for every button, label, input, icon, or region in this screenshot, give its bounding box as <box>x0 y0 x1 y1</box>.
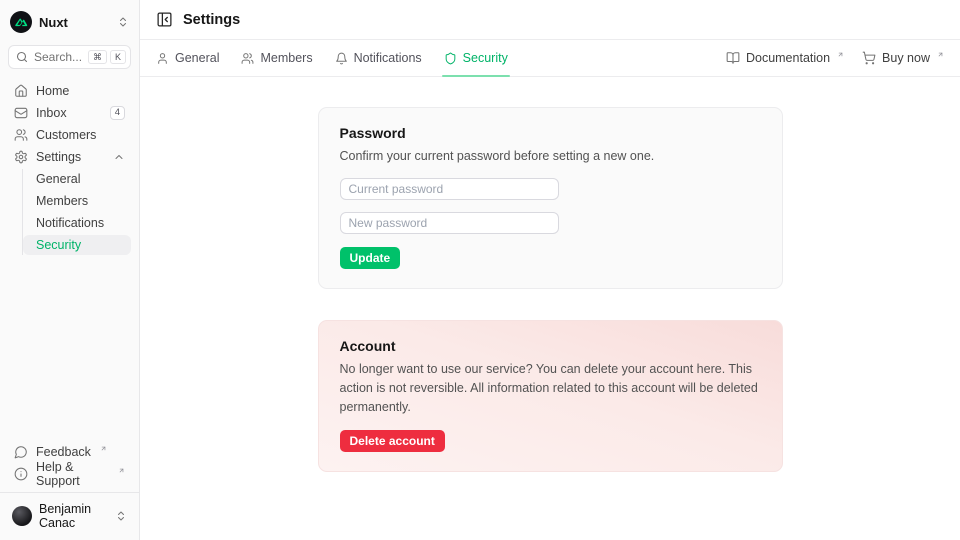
sidebar-item-customers[interactable]: Customers <box>8 125 131 145</box>
gear-icon <box>14 150 28 164</box>
sidebar-spacer <box>8 255 131 442</box>
sidebar-nav: Home Inbox 4 Customers Settings Gene <box>8 81 131 255</box>
sidebar-item-feedback[interactable]: Feedback <box>8 442 131 462</box>
nuxt-logo-icon <box>10 11 32 33</box>
shield-icon <box>444 52 457 65</box>
app-window: Nuxt Search... ⌘ K Home Inbox 4 <box>0 0 960 540</box>
user-menu[interactable]: Benjamin Canac <box>8 493 131 532</box>
users-icon <box>241 52 254 65</box>
account-card-title: Account <box>340 338 761 354</box>
action-label: Buy now <box>882 51 930 65</box>
new-password-input[interactable] <box>340 212 559 234</box>
chevrons-up-down-icon <box>115 510 127 522</box>
current-password-input[interactable] <box>340 178 559 200</box>
page-title: Settings <box>183 12 240 28</box>
book-open-icon <box>726 51 740 65</box>
buy-now-link[interactable]: Buy now <box>862 51 944 65</box>
tab-label: Members <box>260 51 312 65</box>
search-input[interactable]: Search... ⌘ K <box>8 45 131 69</box>
password-card: Password Confirm your current password b… <box>318 107 783 289</box>
search-kbd-shortcut: ⌘ K <box>88 50 126 65</box>
kbd-meta: ⌘ <box>88 50 107 65</box>
sidebar-item-label: Members <box>36 194 88 208</box>
sidebar-item-label: Home <box>36 84 69 98</box>
password-card-title: Password <box>340 125 761 141</box>
tab-general[interactable]: General <box>156 40 219 76</box>
tab-label: Security <box>463 51 508 65</box>
chevron-up-icon <box>113 151 125 163</box>
settings-tabbar: General Members Notifications Security D… <box>140 40 960 77</box>
tab-members[interactable]: Members <box>241 40 312 76</box>
documentation-link[interactable]: Documentation <box>726 51 844 65</box>
sidebar-item-general[interactable]: General <box>23 169 131 189</box>
sidebar-item-label: Feedback <box>36 445 91 459</box>
sidebar-item-help-support[interactable]: Help & Support <box>8 464 131 484</box>
sidebar-item-label: General <box>36 172 80 186</box>
team-name: Nuxt <box>39 15 68 30</box>
collapse-sidebar-icon[interactable] <box>156 11 173 28</box>
sidebar-item-inbox[interactable]: Inbox 4 <box>8 103 131 123</box>
home-icon <box>14 84 28 98</box>
sidebar-item-label: Customers <box>36 128 96 142</box>
external-link-icon <box>937 51 944 58</box>
tab-notifications[interactable]: Notifications <box>335 40 422 76</box>
sidebar-item-home[interactable]: Home <box>8 81 131 101</box>
sidebar-item-label: Security <box>36 238 81 252</box>
delete-account-button[interactable]: Delete account <box>340 430 445 452</box>
inbox-icon <box>14 106 28 120</box>
page-header: Settings <box>140 0 960 40</box>
user-icon <box>156 52 169 65</box>
tab-label: Notifications <box>354 51 422 65</box>
sidebar-item-notifications[interactable]: Notifications <box>23 213 131 233</box>
sidebar-item-settings[interactable]: Settings <box>8 147 131 167</box>
avatar <box>12 506 32 526</box>
sidebar-item-label: Inbox <box>36 106 67 120</box>
sidebar: Nuxt Search... ⌘ K Home Inbox 4 <box>0 0 140 540</box>
users-icon <box>14 128 28 142</box>
tabbar-actions: Documentation Buy now <box>726 40 944 76</box>
chat-bubble-icon <box>14 445 28 459</box>
kbd-k: K <box>110 50 126 65</box>
user-name: Benjamin Canac <box>39 502 108 530</box>
password-card-description: Confirm your current password before set… <box>340 147 761 166</box>
sidebar-footer: Feedback Help & Support <box>8 442 131 484</box>
sidebar-item-members[interactable]: Members <box>23 191 131 211</box>
settings-subnav: General Members Notifications Security <box>22 169 131 255</box>
bell-icon <box>335 52 348 65</box>
settings-content: Password Confirm your current password b… <box>140 77 960 540</box>
sidebar-item-label: Help & Support <box>36 460 109 488</box>
account-card-description: No longer want to use our service? You c… <box>340 360 761 417</box>
external-link-icon <box>100 445 107 452</box>
inbox-count-badge: 4 <box>110 106 125 120</box>
search-placeholder: Search... <box>34 50 82 64</box>
chevrons-up-down-icon <box>117 16 129 28</box>
cart-icon <box>862 51 876 65</box>
info-icon <box>14 467 28 481</box>
main-area: Settings General Members Notifications S… <box>140 0 960 540</box>
tab-label: General <box>175 51 219 65</box>
external-link-icon <box>118 467 125 474</box>
tab-security[interactable]: Security <box>444 40 508 76</box>
search-icon <box>16 51 28 63</box>
update-password-button[interactable]: Update <box>340 247 401 269</box>
account-card: Account No longer want to use our servic… <box>318 320 783 472</box>
action-label: Documentation <box>746 51 830 65</box>
sidebar-item-label: Settings <box>36 150 81 164</box>
sidebar-item-label: Notifications <box>36 216 104 230</box>
sidebar-item-security[interactable]: Security <box>23 235 131 255</box>
external-link-icon <box>837 51 844 58</box>
team-switcher[interactable]: Nuxt <box>8 8 131 36</box>
